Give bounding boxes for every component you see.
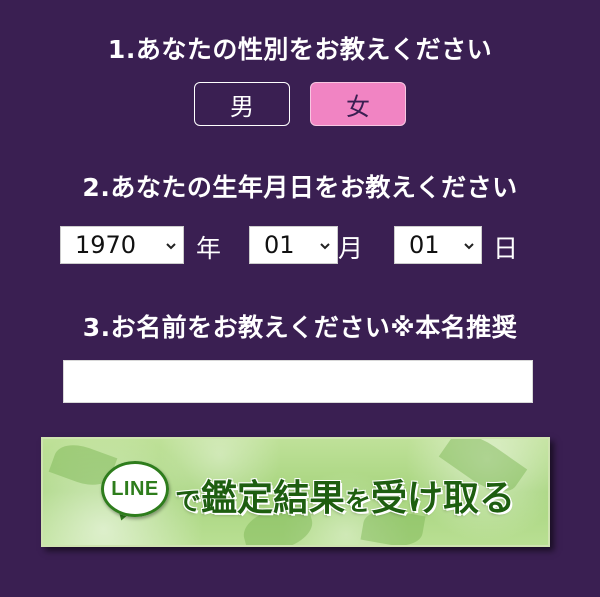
chevron-down-icon [464, 243, 474, 250]
banner-lead: で [175, 487, 202, 517]
gender-male-button[interactable]: 男 [194, 82, 290, 126]
birth-month-select[interactable]: 01 [249, 226, 338, 264]
question-birthdate-title: 2.あなたの生年月日をお教えください [82, 173, 518, 202]
line-banner-text: で鑑定結果を受け取る [175, 469, 515, 521]
line-logo-text: LINE [111, 477, 159, 500]
question-gender-title: 1.あなたの性別をお教えください [107, 35, 493, 64]
chevron-down-icon [320, 243, 330, 250]
year-unit-label: 年 [196, 234, 222, 263]
birth-year-value: 1970 [75, 231, 137, 259]
banner-particle: を [345, 487, 372, 517]
birth-year-select[interactable]: 1970 [60, 226, 184, 264]
gender-selector: 男 女 [0, 82, 600, 126]
month-unit-label: 月 [338, 234, 364, 263]
line-logo-icon: LINE [101, 461, 169, 525]
birth-month-value: 01 [264, 231, 295, 259]
banner-main: 鑑定結果 [201, 477, 346, 519]
day-unit-label: 日 [493, 234, 519, 263]
question-name-title: 3.お名前をお教えください※本名推奨 [82, 313, 518, 342]
name-input[interactable] [63, 360, 533, 403]
gender-female-button[interactable]: 女 [310, 82, 406, 126]
birth-day-select[interactable]: 01 [394, 226, 482, 264]
birthdate-row: 1970 年 01 月 01 日 [0, 224, 600, 266]
line-receive-result-button[interactable]: LINE で鑑定結果を受け取る [41, 437, 550, 547]
line-logo-bubble: LINE [101, 461, 169, 517]
banner-tail: 受け取る [371, 477, 516, 519]
chevron-down-icon [166, 243, 176, 250]
birth-day-value: 01 [409, 231, 440, 259]
